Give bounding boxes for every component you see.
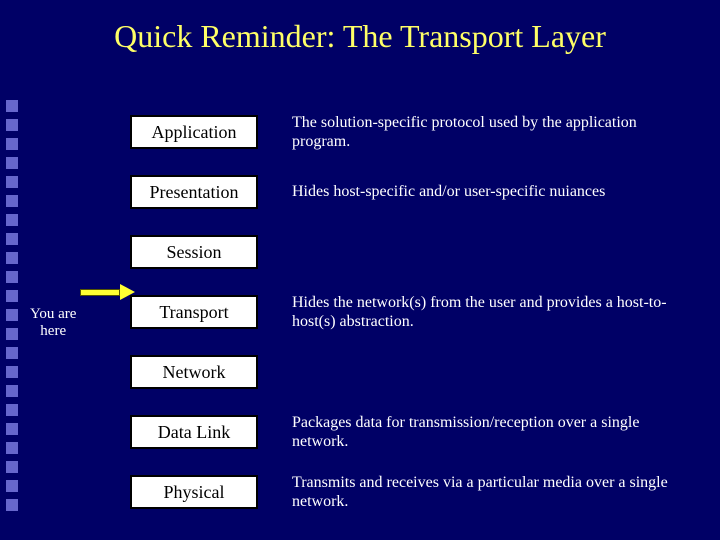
layer-desc-application: The solution-specific protocol used by t… xyxy=(292,113,672,151)
layer-row-session: Session xyxy=(130,232,672,272)
pointer-label-line2: here xyxy=(30,323,76,340)
layer-row-application: Application The solution-specific protoc… xyxy=(130,112,672,152)
layer-row-transport: Transport Hides the network(s) from the … xyxy=(130,292,672,332)
layer-box-presentation: Presentation xyxy=(130,175,258,209)
layer-row-network: Network xyxy=(130,352,672,392)
layer-desc-transport: Hides the network(s) from the user and p… xyxy=(292,293,672,331)
layer-box-physical: Physical xyxy=(130,475,258,509)
layer-box-transport: Transport xyxy=(130,295,258,329)
layer-desc-presentation: Hides host-specific and/or user-specific… xyxy=(292,182,605,201)
layer-box-network: Network xyxy=(130,355,258,389)
you-are-here-pointer: You are here xyxy=(30,306,76,339)
layer-row-physical: Physical Transmits and receives via a pa… xyxy=(130,472,672,512)
layer-box-application: Application xyxy=(130,115,258,149)
layer-desc-datalink: Packages data for transmission/reception… xyxy=(292,413,672,451)
layer-row-presentation: Presentation Hides host-specific and/or … xyxy=(130,172,672,212)
layer-box-datalink: Data Link xyxy=(130,415,258,449)
layer-box-session: Session xyxy=(130,235,258,269)
layers-table: Application The solution-specific protoc… xyxy=(130,112,672,532)
pointer-label-line1: You are xyxy=(30,306,76,323)
decorative-bullets xyxy=(6,100,18,518)
layer-desc-physical: Transmits and receives via a particular … xyxy=(292,473,672,511)
layer-row-datalink: Data Link Packages data for transmission… xyxy=(130,412,672,452)
slide-title: Quick Reminder: The Transport Layer xyxy=(0,0,720,65)
